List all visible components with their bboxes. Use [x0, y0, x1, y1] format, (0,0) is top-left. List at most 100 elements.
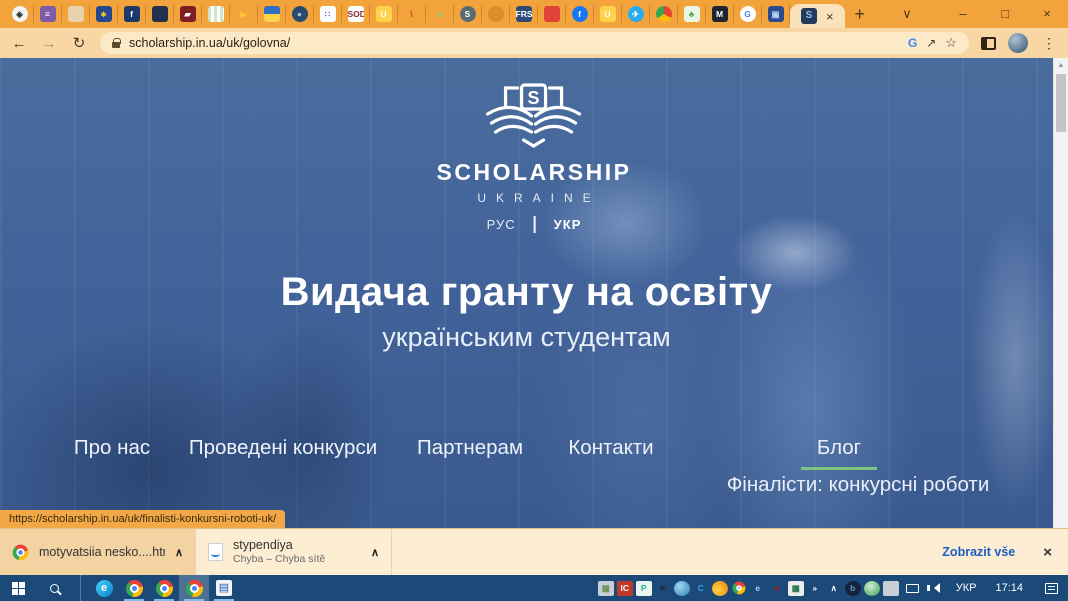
browser-window: ◈≡∗f▰▶●∷SODU\eSFRSfU✈♣MG▣ S × + ∨ – □ × … [0, 0, 1068, 601]
address-bar[interactable]: scholarship.in.ua/uk/golovna/ G ↗ ☆ [100, 32, 969, 54]
tray-maple-icon[interactable]: ♣ [769, 581, 785, 596]
forward-button[interactable]: → [40, 35, 58, 52]
bookmark-star-icon[interactable]: ☆ [945, 35, 957, 51]
nav-item-blog[interactable]: Блог [801, 436, 877, 470]
pinned-tab-u-yellow-2[interactable]: U [594, 5, 622, 23]
tab-search-chevron-icon[interactable]: ∨ [890, 0, 924, 28]
pinned-tab-ukraine-flag[interactable] [258, 5, 286, 23]
browser-menu-icon[interactable]: ⋮ [1040, 35, 1058, 52]
nav-submenu-finalists[interactable]: Фіналісти: конкурсні роботи [703, 472, 1013, 499]
pinned-tab-telegram[interactable]: ✈ [622, 5, 650, 23]
pinned-tab-facebook-circle[interactable]: f [566, 5, 594, 23]
tray-spiky-icon[interactable]: ✳ [655, 581, 671, 596]
tray-globe-green-icon[interactable] [864, 581, 880, 596]
pinned-tab-amber-circle[interactable] [482, 5, 510, 23]
download-filename: motyvatsiia nesko....htm [39, 545, 165, 559]
tray-c-swirl-icon[interactable]: C [693, 581, 709, 596]
nav-item-contests[interactable]: Проведені конкурси [188, 436, 378, 460]
url-text[interactable]: scholarship.in.ua/uk/golovna/ [129, 36, 290, 50]
action-center-icon[interactable] [1034, 575, 1068, 601]
download-error-status: Chyba – Chyba sítě [233, 553, 325, 567]
pinned-tab-dark-circle-person[interactable]: ● [286, 5, 314, 23]
page-scrollbar[interactable]: ▲ [1053, 58, 1068, 528]
pinned-tab-green-e[interactable]: e [426, 5, 454, 23]
downloads-close-icon[interactable]: × [1043, 544, 1052, 561]
pinned-tab-blue-app[interactable]: ▣ [762, 5, 790, 23]
taskbar-app-edge[interactable]: e [89, 575, 119, 601]
page-viewport: S SCHOLARSHIP UKRAINE РУС УКР Видача гра… [0, 58, 1068, 528]
nav-item-about[interactable]: Про нас [57, 436, 167, 460]
taskbar-app-chrome-3[interactable] [179, 575, 209, 601]
profile-avatar[interactable] [1008, 33, 1028, 53]
network-display-icon[interactable] [906, 584, 919, 593]
show-all-downloads-link[interactable]: Zobrazit vše [942, 545, 1015, 559]
pinned-tab-compass[interactable]: ◈ [6, 5, 34, 23]
taskbar-clock[interactable]: 17:14 [987, 582, 1031, 594]
blue-app-icon: ▣ [768, 6, 784, 22]
tray-photos-icon[interactable]: ▦ [598, 581, 614, 596]
google-icon[interactable]: G [908, 36, 917, 50]
tray-chrome-icon[interactable] [731, 581, 747, 596]
nav-item-contacts[interactable]: Контакти [568, 436, 653, 460]
pinned-tab-facebook-square[interactable]: f [118, 5, 146, 23]
tray-firefox-icon[interactable] [712, 581, 728, 596]
taskbar-app-chrome-1[interactable] [119, 575, 149, 601]
tray-ic-red-icon[interactable]: IC [617, 581, 633, 596]
pinned-tab-u-yellow[interactable]: U [370, 5, 398, 23]
system-tray: ▦ICP✳Ce♣▦»∧b УКР 17:14 [598, 575, 1068, 601]
pinned-tab-red-flag[interactable] [538, 5, 566, 23]
new-tab-button[interactable]: + [845, 4, 875, 25]
tray-hidden-icons-chevron-icon[interactable]: ∧ [826, 581, 842, 596]
pinned-tab-eu-flag[interactable]: ∗ [90, 5, 118, 23]
pinned-tab-orange-arrow[interactable]: ▶ [230, 5, 258, 23]
chevron-up-icon[interactable]: ∧ [175, 546, 183, 559]
tray-device-icon[interactable] [883, 581, 899, 596]
red-slash-icon: \ [404, 6, 420, 22]
pinned-tab-dots-square[interactable]: ∷ [314, 5, 342, 23]
reload-button[interactable]: ↻ [70, 34, 88, 52]
tray-overflow-chevron-icon[interactable]: » [807, 581, 823, 596]
taskbar-search-button[interactable] [36, 575, 72, 601]
nav-item-partners[interactable]: Партнерам [417, 436, 523, 460]
close-window-button[interactable]: × [1026, 0, 1068, 28]
orange-arrow-icon: ▶ [236, 6, 252, 22]
share-icon[interactable]: ↗ [926, 36, 936, 50]
green-plant-icon: ♣ [684, 6, 700, 22]
pinned-tab-frs-badge[interactable]: FRS [510, 5, 538, 23]
pinned-tab-red-slash[interactable]: \ [398, 5, 426, 23]
start-button[interactable] [0, 575, 36, 601]
volume-icon[interactable] [927, 583, 940, 593]
taskbar-language[interactable]: УКР [948, 582, 985, 594]
pinned-tab-green-plant[interactable]: ♣ [678, 5, 706, 23]
dots-square-icon: ∷ [320, 6, 336, 22]
pinned-tab-sod-text[interactable]: SOD [342, 5, 370, 23]
minimize-button[interactable]: – [942, 0, 984, 28]
pinned-tab-purple-list[interactable]: ≡ [34, 5, 62, 23]
tray-ie-icon[interactable]: e [750, 581, 766, 596]
chevron-up-icon[interactable]: ∧ [371, 546, 379, 559]
scrollbar-up-arrow-icon[interactable]: ▲ [1054, 58, 1068, 69]
taskbar-app-writer[interactable]: ▤ [209, 575, 239, 601]
maximize-button[interactable]: □ [984, 0, 1026, 28]
tab-close-icon[interactable]: × [826, 9, 834, 24]
pinned-tab-chrome-sphere[interactable] [650, 5, 678, 23]
pinned-tab-google-g[interactable]: G [734, 5, 762, 23]
active-tab[interactable]: S × [790, 4, 845, 28]
pinned-tab-navy-app[interactable] [146, 5, 174, 23]
download-item-motyvatsiia[interactable]: motyvatsiia nesko....htm ∧ [0, 529, 196, 575]
pinned-tab-s-circle[interactable]: S [454, 5, 482, 23]
pinned-tab-green-stripes[interactable] [202, 5, 230, 23]
tray-b-badge-icon[interactable]: b [845, 581, 861, 596]
pinned-tab-faded-doc[interactable] [62, 5, 90, 23]
tray-excel-icon[interactable]: ▦ [788, 581, 804, 596]
pinned-tab-m-dark[interactable]: M [706, 5, 734, 23]
taskbar-app-chrome-2[interactable] [149, 575, 179, 601]
tray-earth-icon[interactable] [674, 581, 690, 596]
writer-icon: ▤ [216, 580, 232, 596]
side-panel-icon[interactable] [981, 37, 996, 50]
back-button[interactable]: ← [10, 35, 28, 52]
scrollbar-thumb[interactable] [1056, 74, 1066, 132]
download-item-stypendiya[interactable]: stypendiya Chyba – Chyba sítě ∧ [196, 529, 392, 575]
pinned-tab-dark-red-flag[interactable]: ▰ [174, 5, 202, 23]
tray-p-teal-icon[interactable]: P [636, 581, 652, 596]
